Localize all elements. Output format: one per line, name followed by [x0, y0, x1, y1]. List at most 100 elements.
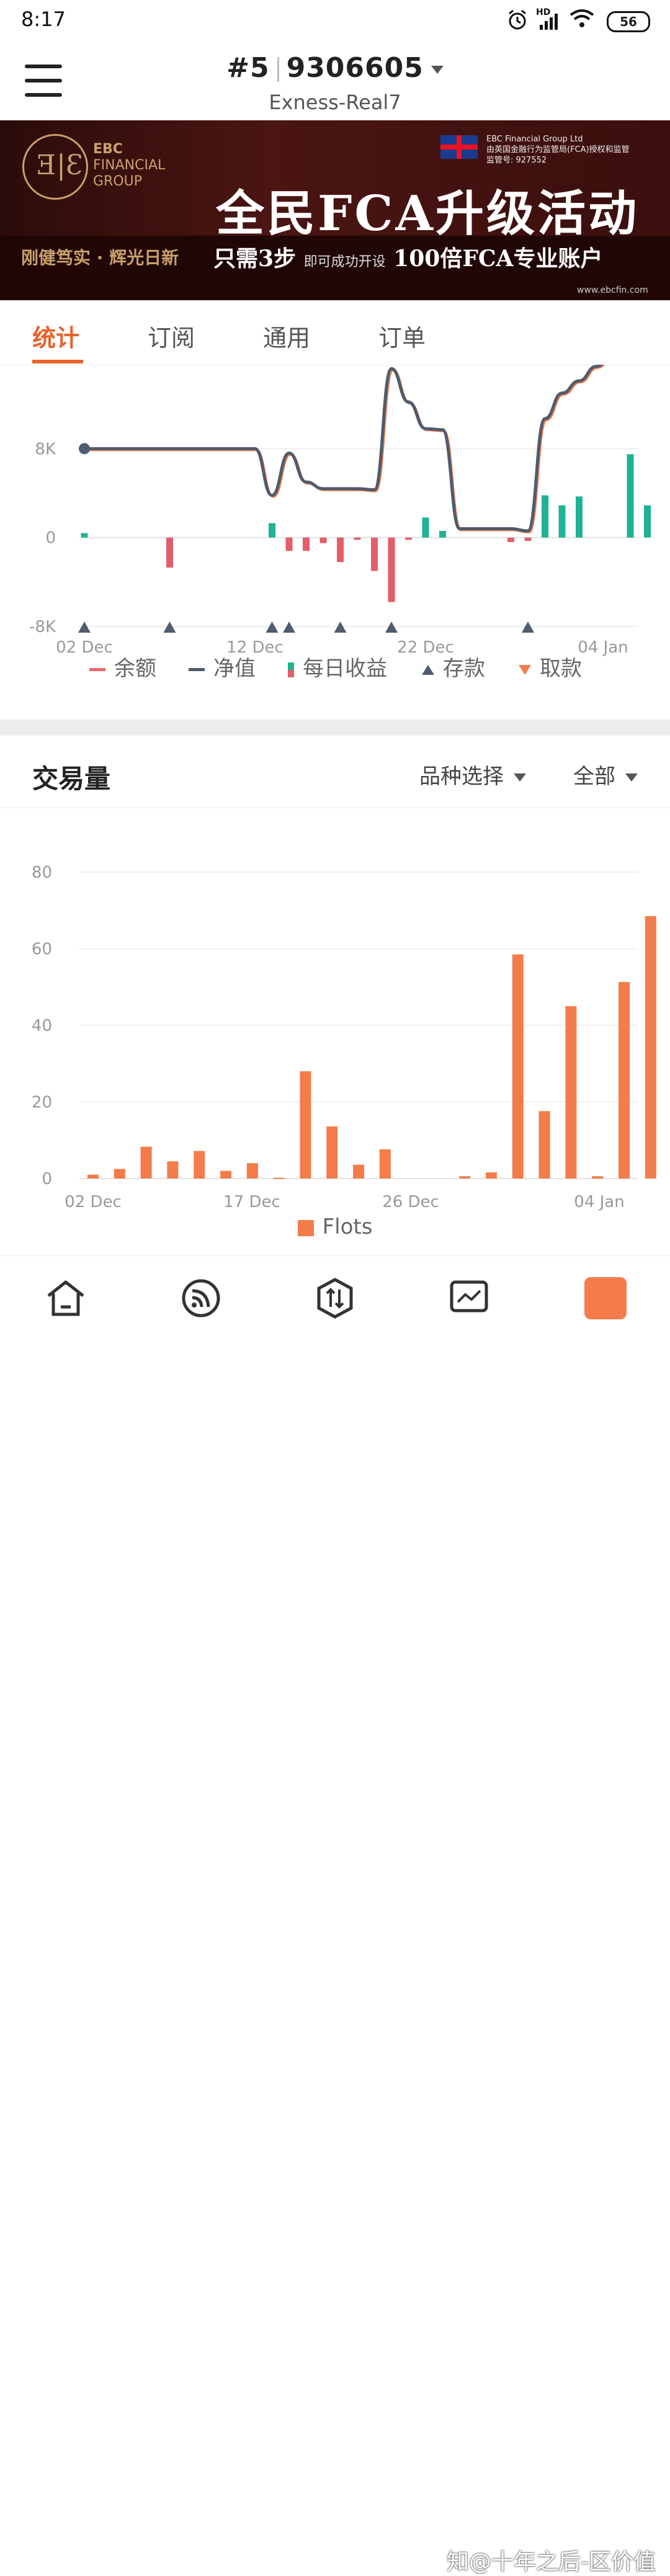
y-tick-label: 40 — [32, 1017, 52, 1035]
y-tick-label: 80 — [32, 863, 52, 882]
regulation-info: EBC Financial Group Ltd 由英国金融行为监管局(FCA)授… — [486, 134, 630, 166]
daily-profit-bar — [81, 533, 88, 538]
daily-profit-bar — [576, 496, 583, 538]
daily-profit-bar — [405, 537, 412, 540]
x-tick-label: 04 Jan — [574, 1193, 624, 1211]
server-name: Exness-Real7 — [269, 91, 401, 114]
daily-profit-bar — [558, 505, 566, 538]
tab-orders[interactable]: 订单 — [378, 319, 426, 353]
daily-profit-bar — [166, 537, 173, 568]
equity-swatch-icon — [189, 668, 205, 671]
tab-general[interactable]: 通用 — [263, 319, 310, 353]
home-icon[interactable] — [45, 1277, 87, 1319]
volume-bar — [645, 916, 656, 1179]
daily-profit-bar — [507, 537, 514, 542]
account-selector[interactable]: #5 9306605 — [0, 52, 670, 84]
daily-profit-bar — [388, 537, 395, 602]
y-tick-label: 20 — [32, 1094, 52, 1112]
x-tick-label: 26 Dec — [382, 1193, 439, 1211]
volume-bar — [300, 1071, 311, 1179]
daily-profit-bar — [422, 517, 429, 538]
volume-bar — [592, 1176, 604, 1179]
banner-promo: 只需3步 即可成功开设 100倍FCA专业账户 — [213, 241, 602, 273]
x-tick-label: 02 Dec — [65, 1193, 122, 1211]
daily-profit-bar — [285, 537, 293, 551]
volume-bar — [87, 1174, 99, 1179]
equity-chart-legend: 余额 净值 每日收益 存款 取款 — [0, 645, 670, 682]
ebc-logo-icon: Ǝ|Ɛ — [22, 134, 88, 200]
promo-end: 100倍FCA专业账户 — [393, 246, 603, 272]
flots-swatch-icon — [297, 1219, 314, 1236]
banner-url: www.ebcfin.com — [577, 285, 648, 295]
legend-equity[interactable]: 净值 — [189, 651, 256, 682]
volume-bar — [326, 1126, 338, 1179]
uk-flag-icon — [440, 135, 478, 159]
volume-bar — [194, 1151, 205, 1179]
chart-icon[interactable] — [448, 1277, 490, 1319]
volume-bar — [114, 1169, 125, 1179]
y-tick-label: -8K — [29, 618, 56, 636]
volume-bar — [486, 1172, 497, 1179]
section-divider — [0, 720, 670, 736]
tab-stats[interactable]: 统计 — [32, 319, 79, 353]
bottom-nav: 知@十年之后-区价值 — [0, 1255, 670, 2575]
volume-chart[interactable]: 0 20 40 60 80 02 Dec 17 Dec 26 Dec 04 Jan — [0, 808, 670, 1254]
range-select[interactable]: 全部 — [573, 759, 638, 790]
promo-small: 即可成功开设 — [303, 254, 386, 270]
volume-bar — [538, 1111, 550, 1179]
account-id: 9306605 — [286, 52, 424, 84]
x-tick-label: 17 Dec — [223, 1193, 280, 1211]
profile-icon[interactable] — [584, 1277, 627, 1319]
account-header: #5 9306605 Exness-Real7 — [0, 40, 670, 122]
legend-balance[interactable]: 余额 — [89, 651, 156, 682]
daily-profit-bar — [354, 537, 361, 540]
volume-bar — [140, 1146, 152, 1179]
volume-bar — [512, 954, 524, 1179]
battery-level: 56 — [620, 14, 637, 29]
legend-deposit[interactable]: 存款 — [422, 651, 485, 682]
volume-bar — [379, 1149, 391, 1179]
status-time: 8:17 — [21, 7, 66, 31]
active-tab-indicator — [32, 360, 83, 363]
account-number: #5 — [226, 52, 270, 84]
legend-daily-profit[interactable]: 每日收益 — [288, 651, 387, 682]
banner-logo-text: EBC FINANCIAL GROUP — [93, 141, 165, 190]
volume-title: 交易量 — [32, 764, 111, 794]
y-tick-label: 60 — [32, 940, 52, 959]
daily-profit-bar — [644, 505, 651, 538]
volume-bar — [353, 1164, 364, 1179]
daily-profit-bar — [542, 495, 548, 538]
volume-bar — [565, 1006, 577, 1179]
signal-icon[interactable] — [180, 1277, 222, 1319]
wifi-icon — [570, 9, 594, 27]
volume-bar — [167, 1161, 179, 1179]
cell-signal-icon — [540, 14, 558, 30]
legend-flots[interactable]: Flots — [297, 1214, 372, 1239]
legend-withdrawal[interactable]: 取款 — [519, 651, 582, 682]
y-tick-label: 0 — [45, 529, 56, 548]
volume-bar — [273, 1177, 285, 1179]
symbol-select[interactable]: 品种选择 — [419, 759, 526, 790]
status-bar: 8:17 HD 56 — [0, 0, 670, 40]
banner-slogan: 刚健笃实 · 辉光日新 — [21, 247, 179, 268]
battery-icon: 56 — [607, 11, 650, 32]
chevron-down-icon — [514, 773, 526, 782]
daily-profit-bar — [524, 537, 532, 541]
daily-profit-swatch-icon — [288, 662, 294, 677]
deposit-triangle-icon — [422, 664, 434, 675]
logo-line1: FINANCIAL — [93, 158, 166, 173]
tab-subscribe[interactable]: 订阅 — [148, 319, 195, 353]
daily-profit-bar — [439, 530, 446, 538]
balance-swatch-icon — [89, 668, 105, 671]
withdrawal-triangle-icon — [519, 664, 531, 675]
license-number: 监管号: 927552 — [486, 156, 547, 165]
equity-start-point — [79, 443, 90, 455]
chevron-down-icon — [431, 65, 444, 74]
volume-bar — [220, 1170, 231, 1179]
daily-profit-bar — [303, 537, 310, 551]
y-tick-label: 0 — [42, 1170, 52, 1188]
trade-icon[interactable] — [314, 1277, 356, 1319]
promo-banner[interactable]: Ǝ|Ɛ EBC FINANCIAL GROUP EBC Financial Gr… — [0, 120, 670, 300]
daily-profit-bar — [371, 537, 378, 571]
daily-profit-bar — [269, 523, 275, 538]
